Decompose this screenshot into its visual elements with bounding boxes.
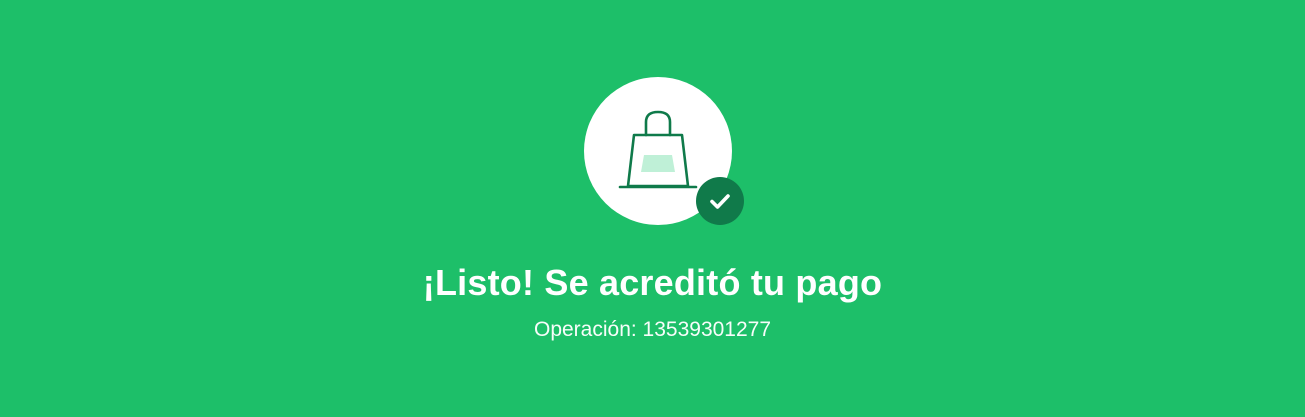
payment-success-banner: ¡Listo! Se acreditó tu pago Operación: 1… <box>0 0 1305 417</box>
operation-number: Operación: 13539301277 <box>533 318 772 341</box>
success-illustration <box>584 77 744 225</box>
confirmation-title: ¡Listo! Se acreditó tu pago <box>422 262 883 303</box>
check-badge <box>696 177 744 225</box>
check-icon <box>710 194 730 209</box>
